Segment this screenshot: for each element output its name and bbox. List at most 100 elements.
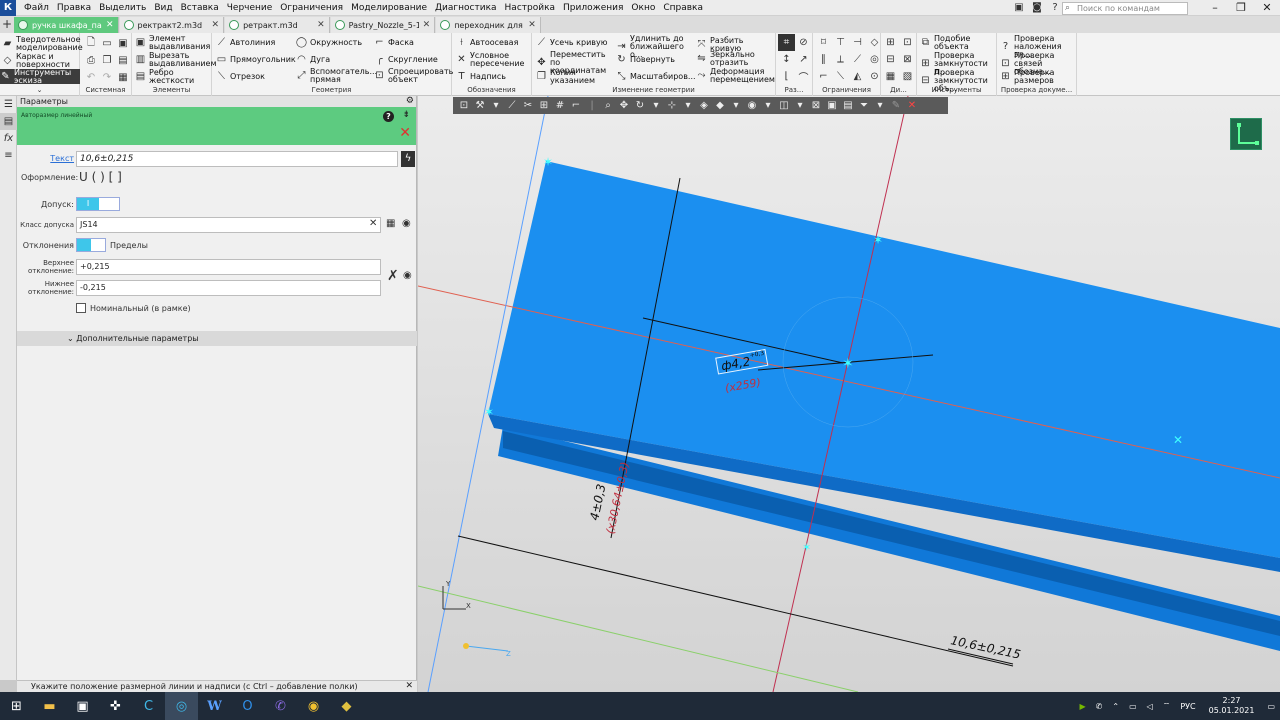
close-window-button[interactable]: ✕ (1254, 0, 1280, 16)
volume-icon[interactable]: ◁ (1147, 702, 1153, 711)
cancel-command-button[interactable]: ✕ (399, 125, 411, 141)
coincident-icon[interactable]: ⌐ (815, 68, 832, 85)
paste-icon[interactable]: ▤ (115, 52, 131, 69)
undo-icon[interactable]: ↶ (83, 69, 99, 86)
menu-view[interactable]: Вид (150, 0, 176, 16)
open-icon[interactable]: ▭ (99, 35, 115, 52)
minimize-button[interactable]: – (1202, 0, 1228, 16)
fix-icon[interactable]: ⌑ (815, 34, 832, 51)
dim-angle-icon[interactable]: ⌊ (778, 68, 795, 85)
eye-icon[interactable]: ◉ (403, 270, 412, 281)
eye-off-icon[interactable]: ◉ (402, 218, 411, 229)
close-tab-icon[interactable]: ✕ (212, 20, 220, 30)
copy-button[interactable]: ❐ Копия указанием (536, 69, 616, 85)
sketch-frame-icon[interactable]: ⊡ (456, 99, 472, 113)
fillet-button[interactable]: ╭ Скругление (374, 54, 437, 65)
layers-icon[interactable]: ≡ (0, 147, 17, 164)
viber-icon[interactable]: ✆ (264, 692, 297, 720)
menu-edit[interactable]: Правка (53, 0, 95, 16)
dimension-text-input[interactable]: 10,6±0,215 (76, 151, 398, 167)
hide-icon[interactable]: ◉ (744, 99, 760, 113)
close-tab-icon[interactable]: ✕ (423, 20, 431, 30)
diag-2-icon[interactable]: ⊡ (899, 34, 916, 51)
save-doc-icon[interactable]: ▣ (115, 35, 131, 52)
tolerance-toggle[interactable]: I (76, 197, 120, 211)
filter-icon[interactable]: ⏷ (856, 99, 872, 113)
wifi-icon[interactable]: ⌔ (1163, 701, 1171, 711)
mode-sketch-button[interactable]: ✎ Инструменты эскиза (0, 68, 80, 84)
close-tab-icon[interactable]: ✕ (106, 20, 114, 30)
new-doc-icon[interactable]: 🗋 (83, 35, 99, 52)
redo-icon[interactable]: ↷ (99, 69, 115, 86)
properties-icon[interactable]: ▦ (115, 69, 131, 86)
autoline-button[interactable]: ⟋ Автолиния (216, 37, 275, 48)
clear-icon[interactable]: ✕ (369, 218, 377, 229)
dropdown-icon[interactable]: ▾ (488, 99, 504, 113)
camera-icon[interactable]: ◙ (1030, 1, 1044, 15)
command-search-input[interactable]: ⌕ Поиск по командам (Alt+/) (1062, 1, 1188, 24)
mode-solid-button[interactable]: ▰ Твердотельное моделирование (2, 36, 83, 52)
layers-toggle-icon[interactable]: ▤ (840, 99, 856, 113)
deform-button[interactable]: ⤳ Деформация перемещением (696, 68, 775, 84)
auto-axis-button[interactable]: ⟊ Автоосевая (456, 37, 518, 48)
close-tab-icon[interactable]: ✕ (317, 20, 325, 30)
dropdown-icon[interactable]: ▾ (760, 99, 776, 113)
dim-circle-icon[interactable]: ⊘ (795, 34, 812, 51)
section-icon[interactable]: ◫ (776, 99, 792, 113)
rotate-view-icon[interactable]: ↻ (632, 99, 648, 113)
dim-arc-icon[interactable]: ⌒ (795, 68, 812, 85)
arc-button[interactable]: ◠ Дуга (296, 54, 330, 65)
tab-doc-5[interactable]: переходник для мас... ✕ (436, 17, 541, 33)
display-mode-icon[interactable]: ◆ (712, 99, 728, 113)
perpendicular-icon[interactable]: ⟂ (832, 51, 849, 68)
tree-icon[interactable]: ☰ (0, 96, 17, 113)
vertical-icon[interactable]: ⊣ (849, 34, 866, 51)
close-status-icon[interactable]: ✕ (405, 681, 413, 692)
text-link[interactable]: Текст (47, 154, 74, 163)
app-3d-icon[interactable]: ✜ (99, 692, 132, 720)
aux-line-button[interactable]: ⤢ Вспомогатель... прямая (296, 68, 378, 84)
chamfer-button[interactable]: ⌐ Фаска (374, 37, 414, 48)
diag-3-icon[interactable]: ⊟ (882, 51, 899, 68)
save-app-icon[interactable]: ▣ (66, 692, 99, 720)
notifications-icon[interactable]: ▭ (1267, 702, 1275, 711)
circle-button[interactable]: ◯ Окружность (296, 37, 362, 48)
kompas-active-icon[interactable]: ◎ (165, 692, 198, 720)
view-cube-icon[interactable]: ◈ (696, 99, 712, 113)
mirror-button[interactable]: ⇋ Зеркально отразить (696, 51, 774, 67)
horizontal-icon[interactable]: ⊤ (832, 34, 849, 51)
menu-diagnostics[interactable]: Диагностика (431, 0, 501, 16)
more-params-expander[interactable]: ⌄ Дополнительные параметры (17, 331, 417, 346)
menu-window[interactable]: Окно (627, 0, 659, 16)
params-panel-icon[interactable]: ▤ (0, 113, 17, 130)
wrench-icon[interactable]: ⚒ (472, 99, 488, 113)
snap-icon[interactable]: ⊠ (808, 99, 824, 113)
menu-select[interactable]: Выделить (95, 0, 150, 16)
menu-help[interactable]: Справка (659, 0, 707, 16)
model-viewport[interactable]: ✶ ✶ ✶ ✶ ✕ ✶ ф4,2 +0,3 (х259) 4±0,3 (х30,… (418, 96, 1280, 692)
upper-deviation-input[interactable]: +0,215 (76, 259, 381, 275)
table-icon[interactable]: ▦ (386, 218, 395, 229)
new-tab-button[interactable]: + (0, 16, 14, 33)
dropdown-icon[interactable]: ▾ (728, 99, 744, 113)
segment-button[interactable]: ⟍ Отрезок (216, 71, 265, 82)
lightning-icon[interactable]: ϟ (401, 151, 415, 167)
zoom-icon[interactable]: ⌕ (600, 99, 616, 113)
chrome-icon[interactable]: ◉ (297, 692, 330, 720)
cancel-icon[interactable]: ✕ (904, 99, 920, 113)
network-icon[interactable]: ▭ (1129, 702, 1137, 711)
menu-file[interactable]: Файл (20, 0, 53, 16)
word-icon[interactable]: W (198, 692, 231, 720)
pin-icon[interactable]: ⇟ (402, 110, 410, 120)
explorer-icon[interactable]: ▬ (33, 692, 66, 720)
tab-doc-4[interactable]: Pastry_Nozzle_5-16.... ✕ (330, 17, 436, 33)
intersection-button[interactable]: ✕ Условное пересечение (456, 52, 532, 68)
dim-auto-icon[interactable]: ⌗ (778, 34, 795, 51)
dim-radial-icon[interactable]: ↗ (795, 51, 812, 68)
rectangle-button[interactable]: ▭ Прямоугольник (216, 54, 296, 65)
menu-constraints[interactable]: Ограничения (276, 0, 347, 16)
nominal-checkbox[interactable] (76, 303, 86, 313)
windows-start-icon[interactable]: ⊞ (0, 692, 33, 720)
cut-extrude-button[interactable]: ▥ Вырезать выдавливанием (135, 52, 217, 68)
format-options[interactable]: U ( ) [ ] (79, 170, 122, 184)
